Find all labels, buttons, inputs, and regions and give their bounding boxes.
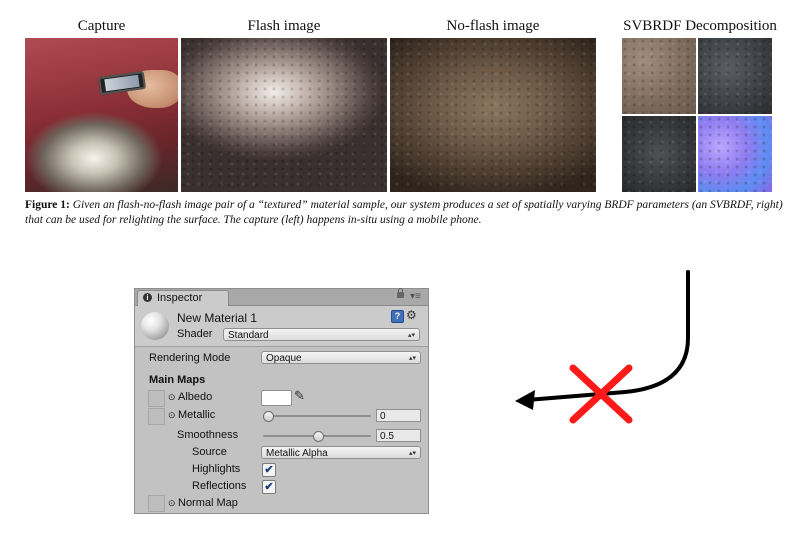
inspector-tab-bar: i Inspector ▾≡ xyxy=(135,288,428,306)
reflections-label: Reflections xyxy=(192,480,247,492)
main-maps-heading: Main Maps xyxy=(149,374,206,386)
material-header: New Material 1 ? ⚙ Shader Standard ▴▾ xyxy=(135,306,428,347)
albedo-picker-icon[interactable]: ⊙ xyxy=(168,392,176,403)
albedo-texture-slot[interactable] xyxy=(148,390,165,407)
normal-map-texture-slot[interactable] xyxy=(148,495,165,512)
flash-image-label: Flash image xyxy=(247,18,321,34)
arrow-head xyxy=(515,390,535,410)
metallic-picker-icon[interactable]: ⊙ xyxy=(168,410,176,421)
albedo-label: Albedo xyxy=(178,391,213,403)
source-label: Source xyxy=(192,446,227,458)
material-preview-sphere xyxy=(141,312,169,340)
rendering-mode-dropdown[interactable]: Opaque ▴▾ xyxy=(261,351,421,364)
material-name: New Material 1 xyxy=(177,311,258,325)
caption-text: Given an flash-no-flash image pair of a … xyxy=(25,199,783,226)
normal-map-picker-icon[interactable]: ⊙ xyxy=(168,498,176,509)
dropdown-arrow-icon: ▴▾ xyxy=(407,332,415,339)
smoothness-value-field[interactable]: 0.5 xyxy=(376,429,421,442)
curved-arrow xyxy=(525,270,690,402)
metallic-texture-slot[interactable] xyxy=(148,408,165,425)
capture-label: Capture xyxy=(77,18,126,34)
lock-icon[interactable] xyxy=(397,288,404,298)
info-icon: i xyxy=(143,293,152,302)
gear-icon[interactable]: ⚙ xyxy=(406,308,417,322)
smoothness-slider-knob[interactable] xyxy=(312,431,324,442)
help-icon[interactable]: ? xyxy=(391,310,404,323)
inspector-panel: i Inspector ▾≡ New Material 1 ? ⚙ Shader… xyxy=(134,288,429,514)
smoothness-label: Smoothness xyxy=(177,429,239,441)
figure-caption: Figure 1: Given an flash-no-flash image … xyxy=(25,198,785,228)
shader-value: Standard xyxy=(228,330,269,341)
panel-menu-icon[interactable]: ▾≡ xyxy=(410,291,421,302)
svbrdf-label: SVBRDF Decomposition xyxy=(623,18,777,34)
caption-prefix: Figure 1: xyxy=(25,199,70,211)
normal-map-label: Normal Map xyxy=(178,497,238,509)
metallic-slider-track[interactable] xyxy=(263,415,371,417)
capture-photo xyxy=(25,38,178,192)
svbrdf-normal-map xyxy=(698,116,772,192)
source-value: Metallic Alpha xyxy=(266,448,328,459)
eyedropper-icon[interactable]: ✎ xyxy=(294,388,305,404)
source-dropdown[interactable]: Metallic Alpha ▴▾ xyxy=(261,446,421,459)
svbrdf-specular-map xyxy=(698,38,772,114)
dropdown-arrow-icon: ▴▾ xyxy=(408,355,416,362)
dropdown-arrow-icon: ▴▾ xyxy=(408,450,416,457)
svbrdf-roughness-map xyxy=(622,116,696,192)
tab-inspector[interactable]: i Inspector xyxy=(137,290,229,306)
flash-image xyxy=(181,38,387,192)
reflections-checkbox[interactable]: ✔ xyxy=(262,480,276,494)
shader-dropdown[interactable]: Standard ▴▾ xyxy=(223,328,420,341)
metallic-slider-knob[interactable] xyxy=(263,411,274,422)
metallic-value-field[interactable]: 0 xyxy=(376,409,421,422)
tab-inspector-label: Inspector xyxy=(157,292,203,304)
albedo-color-swatch[interactable] xyxy=(261,390,292,406)
no-flash-image xyxy=(390,38,596,192)
curved-arrow-annotation xyxy=(515,270,690,424)
highlights-checkbox[interactable]: ✔ xyxy=(262,463,276,477)
rendering-mode-value: Opaque xyxy=(266,353,302,364)
rendering-mode-label: Rendering Mode xyxy=(149,352,231,364)
no-flash-image-label: No-flash image xyxy=(446,18,540,34)
metallic-label: Metallic xyxy=(178,409,216,421)
highlights-label: Highlights xyxy=(192,463,241,475)
shader-label: Shader xyxy=(177,328,213,340)
svbrdf-diffuse-map xyxy=(622,38,696,114)
